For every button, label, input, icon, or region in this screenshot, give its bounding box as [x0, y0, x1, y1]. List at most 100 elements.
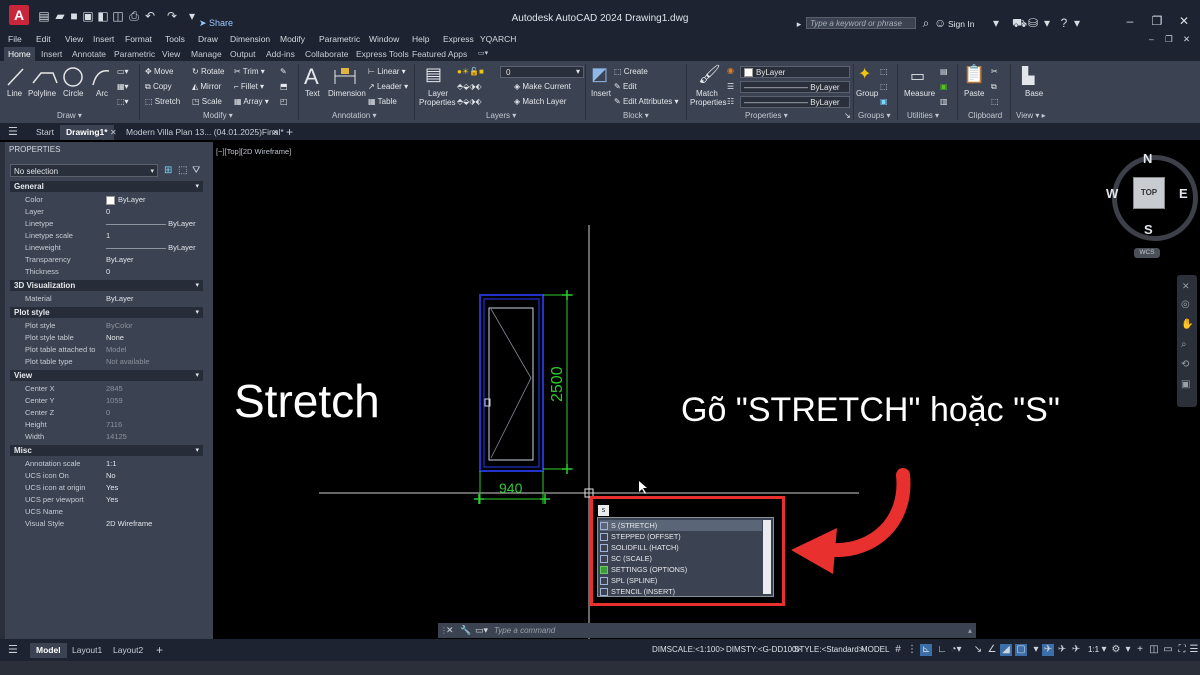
match-layer-button[interactable]: ◈ Match Layer — [514, 97, 566, 106]
workspace-dropdown-icon[interactable]: ▾ — [1122, 644, 1134, 656]
annotation-visibility-icon[interactable]: ✈ — [1042, 644, 1054, 656]
draw-panel-title[interactable]: Draw ▾ — [57, 111, 82, 120]
color-dropdown[interactable]: ByLayer — [740, 66, 850, 78]
move-button[interactable]: ✥ Move — [145, 67, 174, 76]
property-row[interactable]: Annotation scale 1:1 — [10, 458, 203, 470]
osnap-dropdown-icon[interactable]: ▾ — [1030, 644, 1042, 656]
autocomplete-list[interactable]: S (STRETCH) STEPPED (OFFSET) SOLIDFILL (… — [597, 517, 774, 597]
doc-restore-icon[interactable]: ❐ — [1165, 34, 1173, 45]
match-properties-button[interactable]: Match — [696, 89, 718, 98]
quick-access-dropdown-icon[interactable]: ▾ — [186, 10, 198, 22]
tab-express-tools[interactable]: Express Tools — [352, 47, 413, 61]
fullscreen-icon[interactable]: ⛶ — [1176, 644, 1188, 656]
auto-scale-icon[interactable]: ✈ — [1056, 644, 1068, 656]
group-selection-icon[interactable]: ▣ — [880, 97, 888, 106]
layer-tools-row1-icons[interactable]: ⬘⬙⬗⬖ — [457, 82, 482, 91]
tab-collaborate[interactable]: Collaborate — [301, 47, 352, 61]
property-row[interactable]: UCS icon at origin Yes — [10, 482, 203, 494]
property-row[interactable]: Linetype scale 1 — [10, 230, 203, 242]
wcs-menu[interactable]: WCS — [1134, 248, 1160, 258]
tab-model[interactable]: Model — [30, 643, 67, 658]
minimize-icon[interactable]: – — [1124, 15, 1136, 27]
menu-edit[interactable]: Edit — [36, 34, 51, 44]
menu-yqarch[interactable]: YQARCH — [480, 34, 516, 44]
file-tab-villa-plan[interactable]: Modern Villa Plan 13... (04.01.2025)Fina… — [120, 125, 290, 140]
property-row[interactable]: Lineweight ———————— ByLayer — [10, 242, 203, 254]
collapse-icon[interactable]: ▾ — [195, 307, 199, 318]
utility-icon-1[interactable]: ▤ — [940, 67, 948, 76]
property-row[interactable]: Height 7116 — [10, 419, 203, 431]
collapse-icon[interactable]: ▾ — [195, 370, 199, 381]
infer-constraints-icon[interactable]: ⊾ — [920, 644, 932, 656]
clipboard-panel-title[interactable]: Clipboard — [968, 111, 1002, 120]
stretch-button[interactable]: ⬚ Stretch — [145, 97, 180, 106]
property-row[interactable]: Layer 0 — [10, 206, 203, 218]
layer-tools-row2-icons[interactable]: ⬘⬙⬗⬖ — [457, 97, 482, 106]
snap-icon[interactable]: ⋮ — [906, 644, 918, 656]
save-icon[interactable]: ■ — [68, 10, 80, 22]
property-row[interactable]: Width 14125 — [10, 431, 203, 443]
layout-menu-icon[interactable]: ☰ — [2, 643, 24, 658]
explode-icon[interactable]: ⬒ — [280, 82, 288, 91]
property-row[interactable]: Color ByLayer — [10, 194, 203, 206]
quick-select-icon[interactable]: ⛛ — [192, 165, 200, 176]
selection-dropdown[interactable]: No selection ▾ — [10, 164, 158, 177]
copy-base-icon[interactable]: ⬚ — [991, 97, 999, 106]
section-header[interactable]: 3D Visualization ▾ — [10, 280, 203, 291]
edit-block-button[interactable]: ✎ Edit — [614, 82, 637, 91]
collapse-icon[interactable]: ▾ — [195, 280, 199, 291]
select-objects-icon[interactable]: ⬚ — [178, 165, 187, 176]
copy-button[interactable]: ⧉ Copy — [145, 82, 172, 92]
tab-parametric[interactable]: Parametric — [110, 47, 159, 61]
expand-search-icon[interactable]: ▸ — [793, 18, 805, 30]
group-edit-icon[interactable]: ⬚ — [880, 82, 888, 91]
property-row[interactable]: Center Y 1059 — [10, 395, 203, 407]
tab-layout1[interactable]: Layout1 — [66, 643, 108, 658]
arc-button[interactable]: Arc — [96, 89, 108, 98]
table-button[interactable]: ▦ Table — [368, 97, 397, 106]
add-layout-icon[interactable]: + — [150, 643, 169, 658]
paste-button[interactable]: Paste — [964, 89, 984, 98]
property-row[interactable]: Thickness 0 — [10, 266, 203, 278]
tab-annotate[interactable]: Annotate — [68, 47, 110, 61]
base-button[interactable]: Base — [1025, 89, 1043, 98]
showmotion-icon[interactable]: ▣ — [1181, 379, 1190, 390]
new-tab-icon[interactable]: + — [280, 125, 299, 140]
polyline-button[interactable]: Polyline — [28, 89, 56, 98]
tab-manage[interactable]: Manage — [187, 47, 226, 61]
tab-output[interactable]: Output — [226, 47, 260, 61]
property-row[interactable]: UCS icon On No — [10, 470, 203, 482]
undo-icon[interactable]: ↶ — [144, 10, 156, 22]
property-row[interactable]: Plot table type Not available — [10, 356, 203, 368]
autocomplete-item[interactable]: S (STRETCH) — [600, 520, 762, 531]
connected-dropdown-icon[interactable]: ▾ — [1041, 17, 1053, 29]
autocad-logo-icon[interactable]: A — [9, 5, 29, 25]
orbit-icon[interactable]: ⟲ — [1181, 359, 1189, 370]
compass-east[interactable]: E — [1179, 186, 1188, 201]
menu-insert[interactable]: Insert — [93, 34, 114, 44]
help-icon[interactable]: ? — [1058, 17, 1070, 29]
property-row[interactable]: Plot style table None — [10, 332, 203, 344]
lineweight-display-icon[interactable]: ◢ — [1000, 644, 1012, 656]
property-row[interactable]: UCS Name — [10, 506, 203, 518]
search-icon[interactable]: ⌕ — [920, 17, 932, 29]
fillet-button[interactable]: ⌐ Fillet ▾ — [234, 82, 264, 91]
search-input[interactable]: Type a keyword or phrase — [806, 17, 916, 29]
sign-in-dropdown-icon[interactable]: ▾ — [990, 17, 1002, 29]
tab-add-ins[interactable]: Add-ins — [262, 47, 299, 61]
compass-north[interactable]: N — [1143, 151, 1152, 166]
cut-icon[interactable]: ✂ — [991, 67, 998, 76]
menu-express[interactable]: Express — [443, 34, 474, 44]
plot-icon[interactable]: ⎙ — [128, 10, 140, 22]
lineweight-dropdown[interactable]: ———————— ByLayer — [740, 81, 850, 93]
status-style[interactable]: STYLE:<Standard> — [794, 645, 863, 654]
linetype-dropdown[interactable]: ———————— ByLayer — [740, 96, 850, 108]
create-block-button[interactable]: ⬚ Create — [614, 67, 648, 76]
grid-icon[interactable]: # — [892, 644, 904, 656]
erase-icon[interactable]: ✎ — [280, 67, 287, 76]
properties-panel-title[interactable]: Properties ▾ — [745, 111, 788, 120]
property-row[interactable]: Plot table attached to Model — [10, 344, 203, 356]
menu-dimension[interactable]: Dimension — [230, 34, 270, 44]
help-dropdown-icon[interactable]: ▾ — [1071, 17, 1083, 29]
doc-close-icon[interactable]: ✕ — [1183, 34, 1190, 45]
